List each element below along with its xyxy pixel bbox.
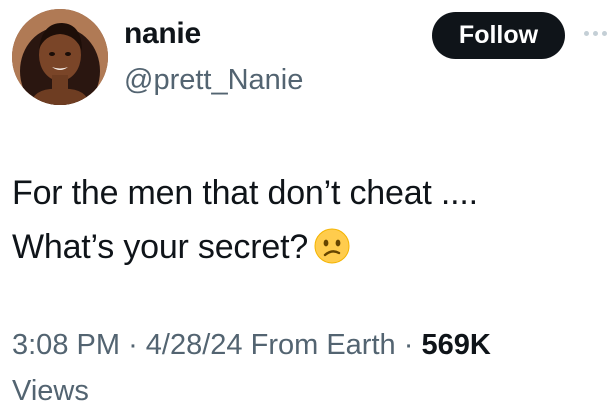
tweet-meta: 3:08 PM · 4/28/24 From Earth · 569K View… (12, 322, 602, 414)
tweet-date[interactable]: 4/28/24 (146, 329, 243, 361)
separator: · (403, 329, 414, 361)
display-name[interactable]: nanie (124, 16, 201, 52)
dot (584, 30, 589, 36)
dot (602, 30, 607, 36)
views-label[interactable]: Views (12, 375, 89, 407)
follow-button[interactable]: Follow (432, 12, 565, 59)
tweet-line-1: For the men that don’t cheat .... (12, 174, 478, 212)
views-count[interactable]: 569K (421, 329, 490, 361)
confused-face-emoji-icon (314, 226, 350, 280)
ellipsis-icon[interactable] (584, 28, 614, 38)
profile-photo-icon (12, 9, 108, 105)
separator: · (128, 329, 138, 361)
user-handle[interactable]: @prett_Nanie (124, 62, 303, 98)
dot (593, 30, 598, 36)
tweet-time[interactable]: 3:08 PM (12, 329, 120, 361)
tweet-line-2: What’s your secret? (12, 220, 602, 280)
tweet-line-2-text: What’s your secret? (12, 228, 309, 266)
tweet-text: For the men that don’t cheat .... What’s… (12, 166, 602, 280)
avatar[interactable] (12, 9, 108, 105)
tweet-source: From Earth (250, 329, 396, 361)
